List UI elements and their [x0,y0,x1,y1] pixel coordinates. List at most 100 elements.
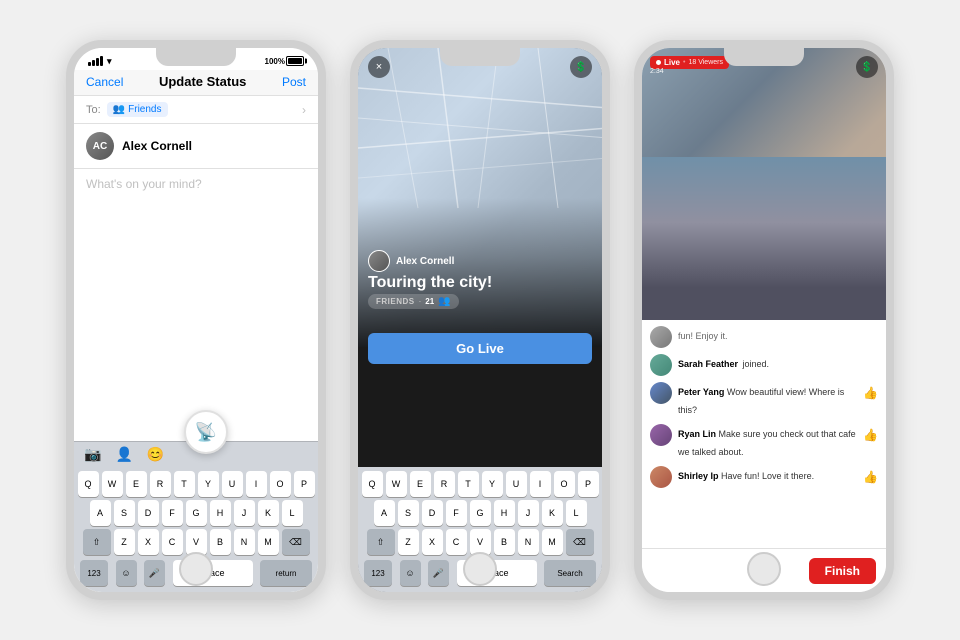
like-icon-peter[interactable]: 👍 [863,386,878,400]
p2-key-s[interactable]: S [398,500,419,526]
p2-key-o[interactable]: O [554,471,575,497]
key-e[interactable]: E [126,471,147,497]
p2-key-emoji[interactable]: ☺ [400,560,421,586]
key-w[interactable]: W [102,471,123,497]
key-b[interactable]: B [210,529,231,555]
key-i[interactable]: I [246,471,267,497]
p2-key-m[interactable]: M [542,529,563,555]
p2-key-r[interactable]: R [434,471,455,497]
p2-key-h[interactable]: H [494,500,515,526]
audience-selector[interactable]: 👥 Friends [107,102,168,117]
p2-key-t[interactable]: T [458,471,479,497]
p2-key-e[interactable]: E [410,471,431,497]
share-button[interactable]: 💲 [570,56,592,78]
key-j[interactable]: J [234,500,255,526]
key-p[interactable]: P [294,471,315,497]
p2-key-p[interactable]: P [578,471,599,497]
key-q[interactable]: Q [78,471,99,497]
p2-key-l[interactable]: L [566,500,587,526]
status-input[interactable]: What's on your mind? [74,169,318,441]
nav-bar-1: Cancel Update Status Post [74,70,318,96]
p2-key-k[interactable]: K [542,500,563,526]
shirley-avatar [650,466,672,488]
p2-key-g[interactable]: G [470,500,491,526]
key-return[interactable]: return [260,560,312,586]
key-k[interactable]: K [258,500,279,526]
key-l[interactable]: L [282,500,303,526]
key-m[interactable]: M [258,529,279,555]
p2-key-search[interactable]: Search [544,560,596,586]
key-s[interactable]: S [114,500,135,526]
key-a[interactable]: A [90,500,111,526]
p2-key-b[interactable]: B [494,529,515,555]
p2-key-j[interactable]: J [518,500,539,526]
p2-key-n[interactable]: N [518,529,539,555]
key-r[interactable]: R [150,471,171,497]
like-icon-shirley[interactable]: 👍 [863,470,878,484]
like-icon-ryan[interactable]: 👍 [863,428,878,442]
to-row[interactable]: To: 👥 Friends › [74,96,318,124]
live-broadcast-icon[interactable]: 📡 [184,410,228,454]
home-button-2[interactable] [463,552,497,586]
post-button[interactable]: Post [282,75,306,89]
key-g[interactable]: G [186,500,207,526]
page-title: Update Status [159,74,246,89]
key-c[interactable]: C [162,529,183,555]
p2-key-mic[interactable]: 🎤 [428,560,449,586]
cancel-button[interactable]: Cancel [86,75,123,89]
go-live-button[interactable]: Go Live [368,333,592,364]
signal-icon [88,56,103,66]
p2-key-i[interactable]: I [530,471,551,497]
p2-key-z[interactable]: Z [398,529,419,555]
p2-key-numbers[interactable]: 123 [364,560,392,586]
p2-key-shift[interactable]: ⇧ [367,529,395,555]
close-button[interactable]: × [368,56,390,78]
comments-section: fun! Enjoy it. Sarah Feather joined. Pet… [642,320,886,548]
key-mic[interactable]: 🎤 [144,560,165,586]
p2-key-f[interactable]: F [446,500,467,526]
camera-icon[interactable]: 📷 [84,446,101,463]
key-h[interactable]: H [210,500,231,526]
p2-key-q[interactable]: Q [362,471,383,497]
person-icon[interactable]: 👤 [115,446,132,463]
sarah-comment: Sarah Feather joined. [678,354,878,372]
live-title: Touring the city! [368,274,492,292]
peter-avatar [650,382,672,404]
emoji-icon[interactable]: 😊 [147,446,164,463]
p2-key-x[interactable]: X [422,529,443,555]
stream-video: Live • 18 Viewers 2:34 💲 [642,48,886,320]
live-avatar [368,250,390,272]
key-shift[interactable]: ⇧ [83,529,111,555]
user-row: AC Alex Cornell [74,124,318,169]
key-numbers[interactable]: 123 [80,560,108,586]
kb-row-1: Q W E R T Y U I O P [76,471,316,497]
key-delete[interactable]: ⌫ [282,529,310,555]
key-o[interactable]: O [270,471,291,497]
key-t[interactable]: T [174,471,195,497]
key-z[interactable]: Z [114,529,135,555]
p2-key-delete[interactable]: ⌫ [566,529,594,555]
p2-key-a[interactable]: A [374,500,395,526]
p2-key-d[interactable]: D [422,500,443,526]
stream-share-button[interactable]: 💲 [856,56,878,78]
p2-key-y[interactable]: Y [482,471,503,497]
key-d[interactable]: D [138,500,159,526]
live-audience-label: FRIENDS [376,297,415,306]
key-y[interactable]: Y [198,471,219,497]
key-emoji[interactable]: ☺ [116,560,137,586]
ryan-name: Ryan Lin [678,429,716,439]
peter-comment: Peter Yang Wow beautiful view! Where is … [678,382,857,418]
p2-key-w[interactable]: W [386,471,407,497]
finish-button[interactable]: Finish [809,558,876,584]
home-button-1[interactable] [179,552,213,586]
key-f[interactable]: F [162,500,183,526]
key-n[interactable]: N [234,529,255,555]
ryan-comment: Ryan Lin Make sure you check out that ca… [678,424,857,460]
live-friends-badge: FRIENDS · 21 👥 [368,294,459,309]
key-u[interactable]: U [222,471,243,497]
key-x[interactable]: X [138,529,159,555]
avatar-initials: AC [93,141,107,152]
p2-key-u[interactable]: U [506,471,527,497]
p2-key-c[interactable]: C [446,529,467,555]
home-button-3[interactable] [747,552,781,586]
